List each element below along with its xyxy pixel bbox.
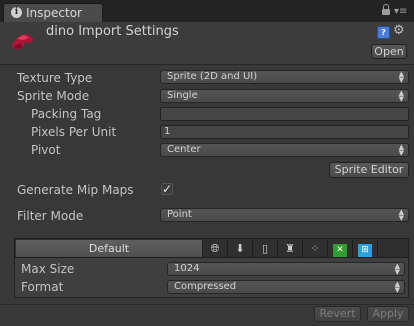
dropdown-arrows-icon: ▲ ▼ [398,89,404,103]
max-size-value: 1024 [174,263,200,274]
dropdown-arrows-icon: ▲ ▼ [398,70,404,84]
blackberry-icon[interactable]: ⁘ [303,240,328,257]
texture-type-label: Texture Type [17,71,93,85]
dropdown-arrows-icon: ▲ ▼ [398,208,404,222]
revert-button[interactable]: Revert [314,306,361,322]
max-size-dropdown[interactable]: 1024 ▲ ▼ [167,262,405,276]
web-icon[interactable]: 🌐︎ [203,240,228,257]
sprite-mode-label: Sprite Mode [17,89,90,103]
platform-settings-body: Max Size 1024 ▲ ▼ Format Compressed ▲ ▼ [14,258,409,298]
pivot-label: Pivot [31,143,61,157]
xbox-tab[interactable]: ✕ [328,240,353,257]
packing-tag-label: Packing Tag [31,107,102,121]
tab-inspector[interactable]: i Inspector [3,3,103,22]
generate-mip-maps-checkbox[interactable]: ✓ [161,183,173,195]
lock-icon[interactable] [382,4,390,15]
xbox-icon: ✕ [333,244,347,257]
format-label: Format [21,280,64,294]
filter-mode-dropdown[interactable]: Point ▲ ▼ [160,208,409,222]
dropdown-arrows-icon: ▲ ▼ [394,280,400,294]
format-dropdown[interactable]: Compressed ▲ ▼ [167,280,405,294]
pivot-value: Center [167,144,201,155]
tab-bar: i Inspector ▾≡ [0,0,414,22]
format-value: Compressed [174,281,237,292]
divider [0,304,414,305]
apply-button[interactable]: Apply [367,306,409,322]
divider [0,64,414,65]
info-icon: i [11,7,22,18]
pivot-dropdown[interactable]: Center ▲ ▼ [160,143,409,157]
sprite-mode-value: Single [167,90,198,101]
help-icon[interactable]: ? [377,26,390,39]
open-button[interactable]: Open [371,44,407,59]
checkmark-icon: ✓ [162,182,173,196]
texture-type-value: Sprite (2D and UI) [167,71,258,82]
dropdown-arrows-icon: ▲ ▼ [398,143,404,157]
android-icon[interactable]: ♜ [278,240,303,257]
sprite-mode-dropdown[interactable]: Single ▲ ▼ [160,89,409,103]
packing-tag-field[interactable] [160,107,409,121]
tab-default[interactable]: Default [16,240,203,257]
texture-asset-icon [9,30,37,54]
pixels-per-unit-label: Pixels Per Unit [31,125,117,139]
platform-tab-bar: Default 🌐︎ ⬇ ▯ ♜ ⁘ ✕ ⊞ [14,238,409,258]
filter-mode-label: Filter Mode [17,209,84,223]
mobile-icon[interactable]: ▯ [253,240,278,257]
windows-tab[interactable]: ⊞ [353,240,378,257]
gear-icon[interactable]: ⚙ [393,23,405,38]
dropdown-arrows-icon: ▲ ▼ [394,262,400,276]
pixels-per-unit-field[interactable]: 1 [160,125,409,139]
menu-icon[interactable]: ▾≡ [394,7,407,17]
filter-mode-value: Point [167,209,192,220]
platform-settings-panel: Default 🌐︎ ⬇ ▯ ♜ ⁘ ✕ ⊞ Max Size 1024 ▲ ▼ … [14,238,409,298]
texture-type-dropdown[interactable]: Sprite (2D and UI) ▲ ▼ [160,70,409,84]
download-icon[interactable]: ⬇ [228,240,253,257]
page-title: dino Import Settings [46,24,179,39]
generate-mip-maps-label: Generate Mip Maps [17,183,134,197]
windows-icon: ⊞ [358,244,372,257]
tab-inspector-label: Inspector [26,6,82,20]
max-size-label: Max Size [21,262,75,276]
sprite-editor-button[interactable]: Sprite Editor [329,162,409,178]
